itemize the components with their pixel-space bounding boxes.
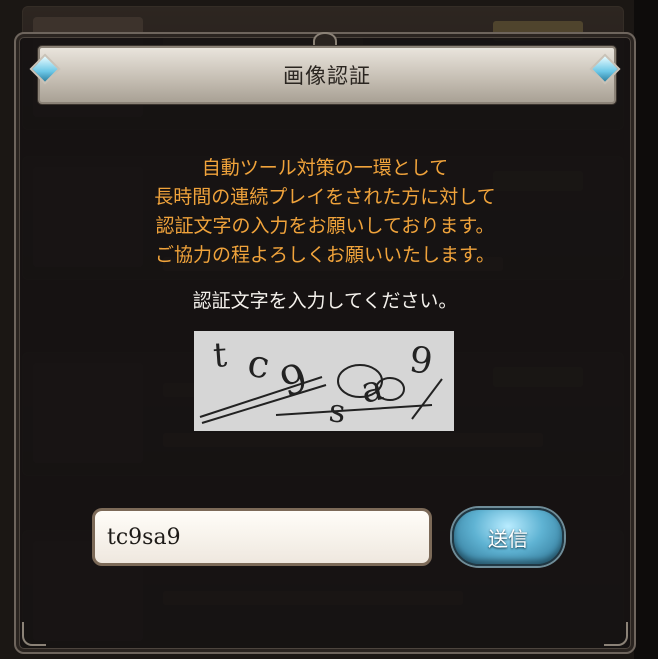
dialog-title: 画像認証 (283, 64, 371, 88)
image-captcha-dialog: 画像認証 自動ツール対策の一環として 長時間の連続プレイをされた方に対して 認証… (14, 32, 636, 654)
window-edge (634, 0, 658, 659)
message-line: 認証文字の入力をお願いしております。 (155, 215, 495, 237)
captcha-instruction: 認証文字を入力してください。 (192, 290, 458, 312)
captcha-graphic: t c 9 s a 9 (194, 331, 454, 431)
frame-corner-ornament (22, 622, 46, 646)
dialog-title-bar: 画像認証 (38, 46, 616, 104)
message-line: 長時間の連続プレイをされた方に対して (154, 186, 496, 208)
send-button-label: 送信 (488, 526, 528, 551)
frame-corner-ornament (604, 622, 628, 646)
captcha-image: t c 9 s a 9 (194, 331, 454, 431)
dialog-message: 自動ツール対策の一環として 長時間の連続プレイをされた方に対して 認証文字の入力… (16, 154, 634, 270)
send-button[interactable]: 送信 (452, 508, 564, 566)
captcha-input[interactable] (92, 508, 432, 566)
message-line: 自動ツール対策の一環として (201, 157, 449, 179)
message-line: ご協力の程よろしくお願いいたします。 (154, 244, 496, 266)
